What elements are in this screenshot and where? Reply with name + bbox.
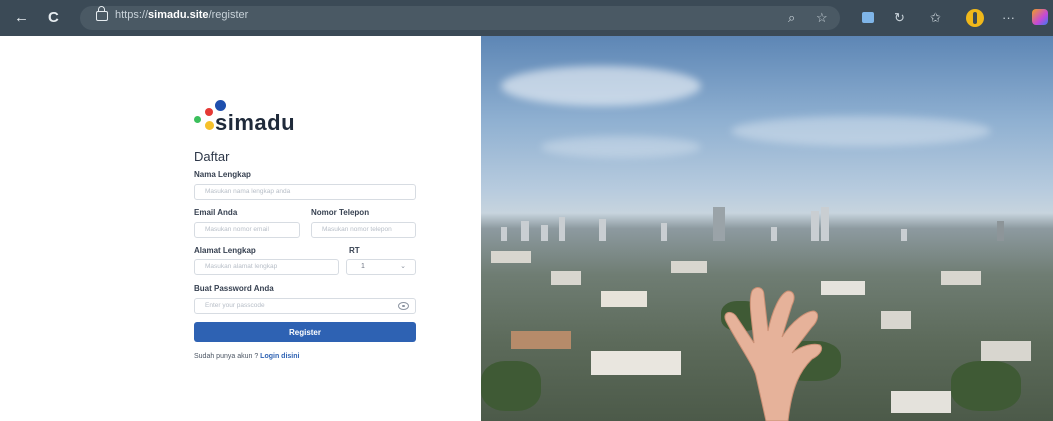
house	[601, 291, 647, 307]
register-button[interactable]: Register	[194, 322, 416, 342]
url-path: /register	[208, 9, 249, 21]
browser-toolbar: ← C https://simadu.site/register ⌕ ☆ ↻ ✩…	[0, 0, 1053, 36]
password-input[interactable]: Enter your passcode	[194, 298, 416, 314]
reload-icon[interactable]: C	[48, 8, 59, 28]
logo-dot-yellow	[205, 121, 214, 130]
email-input[interactable]: Masukan nomor email	[194, 222, 300, 238]
phone-placeholder: Masukan nomor telepon	[322, 226, 392, 233]
building	[713, 207, 725, 241]
url-prefix: https://	[115, 9, 149, 21]
password-placeholder: Enter your passcode	[205, 302, 265, 309]
rt-selected-value: 1	[361, 263, 365, 270]
password-label: Buat Password Anda	[194, 284, 274, 293]
url-text[interactable]: https://simadu.site/register	[115, 9, 248, 21]
rt-label: RT	[349, 246, 360, 255]
house	[511, 331, 571, 349]
reaching-hand	[724, 287, 823, 421]
brand-name: simadu	[215, 110, 296, 135]
city-skyline	[481, 201, 1053, 241]
phone-input[interactable]: Masukan nomor telepon	[311, 222, 416, 238]
full-name-placeholder: Masukan nama lengkap anda	[205, 188, 291, 195]
logo-dot-green	[194, 116, 201, 123]
house	[941, 271, 981, 285]
house	[591, 351, 681, 375]
chevron-down-icon: ⌄	[400, 263, 406, 270]
address-input[interactable]: Masukan alamat lengkap	[194, 259, 339, 275]
house	[491, 251, 531, 263]
house	[881, 311, 911, 329]
phone-label: Nomor Telepon	[311, 208, 370, 217]
email-label: Email Anda	[194, 208, 238, 217]
profile-icon[interactable]	[966, 9, 984, 27]
address-label: Alamat Lengkap	[194, 246, 256, 255]
tree	[481, 361, 541, 411]
building	[811, 211, 819, 241]
building	[521, 221, 529, 241]
lock-icon[interactable]	[96, 6, 108, 21]
building	[541, 225, 548, 241]
house	[981, 341, 1031, 361]
email-placeholder: Masukan nomor email	[205, 226, 269, 233]
login-prompt: Sudah punya akun ? Login disini	[194, 353, 299, 360]
rt-select[interactable]: 1 ⌄	[346, 259, 416, 275]
logo-dot-red	[205, 108, 213, 116]
refresh-extension-icon[interactable]: ↻	[894, 9, 905, 27]
zoom-icon[interactable]: ⌕	[788, 9, 795, 27]
more-icon[interactable]: ···	[1002, 9, 1015, 27]
tree	[951, 361, 1021, 411]
building	[661, 223, 667, 241]
building	[559, 217, 565, 241]
copilot-icon[interactable]	[1032, 9, 1048, 25]
favorite-star-icon[interactable]: ☆	[816, 9, 828, 27]
building	[501, 227, 507, 241]
hero-city-photo	[481, 36, 1053, 421]
favorites-icon[interactable]: ✩	[930, 9, 941, 27]
login-link[interactable]: Login disini	[260, 353, 299, 360]
full-name-input[interactable]: Masukan nama lengkap anda	[194, 184, 416, 200]
back-icon[interactable]: ←	[14, 8, 29, 28]
building	[599, 219, 606, 241]
page-title: Daftar	[194, 149, 230, 164]
house	[891, 391, 951, 413]
cloud	[541, 136, 701, 158]
house	[551, 271, 581, 285]
eye-icon[interactable]	[398, 302, 409, 310]
app-tile-icon[interactable]	[862, 12, 874, 23]
login-prompt-text: Sudah punya akun ?	[194, 353, 261, 360]
building	[821, 207, 829, 241]
building	[901, 229, 907, 241]
cloud	[731, 116, 991, 146]
cloud	[501, 66, 701, 106]
address-placeholder: Masukan alamat lengkap	[205, 263, 278, 270]
building	[997, 221, 1004, 241]
building	[771, 227, 777, 241]
full-name-label: Nama Lengkap	[194, 170, 251, 179]
url-host: simadu.site	[148, 9, 209, 21]
